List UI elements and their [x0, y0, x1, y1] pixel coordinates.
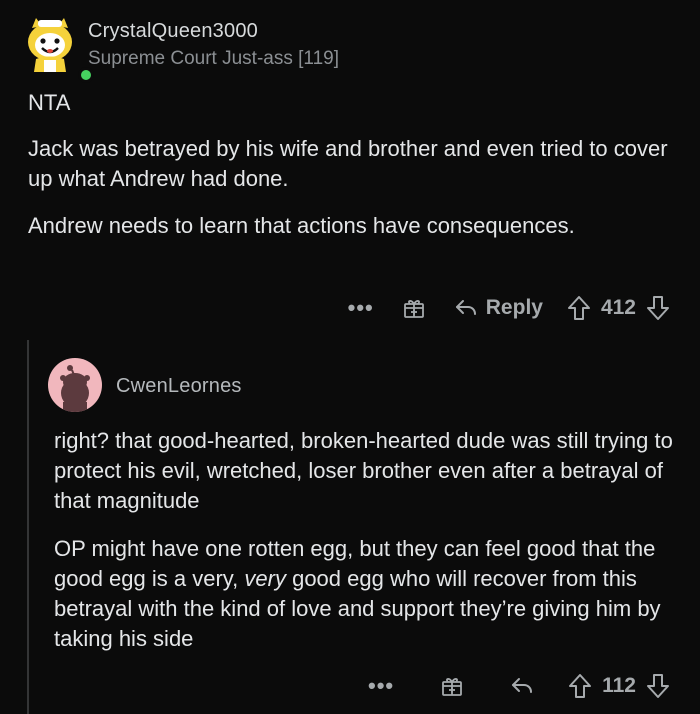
- vote-count: 412: [600, 296, 636, 319]
- comment-paragraph: OP might have one rotten egg, but they c…: [54, 534, 684, 654]
- username[interactable]: CwenLeornes: [116, 375, 242, 398]
- comment-header: CrystalQueen3000 Supreme Court Just-ass …: [20, 12, 680, 83]
- more-options-button[interactable]: •••: [368, 673, 394, 699]
- snoo-avatar-icon: [60, 365, 90, 412]
- user-flair: Supreme Court Just-ass [119]: [88, 48, 339, 69]
- comment-actions: ••• 112: [368, 668, 670, 704]
- award-button[interactable]: [402, 296, 426, 320]
- award-button[interactable]: [440, 674, 464, 698]
- comment-actions: ••• Reply 412: [348, 290, 670, 326]
- downvote-icon[interactable]: [646, 295, 670, 321]
- reply-arrow-icon: [512, 678, 533, 693]
- emphasis-text: very: [244, 566, 286, 591]
- vote-controls: 412: [567, 295, 670, 321]
- comment-body: NTA Jack was betrayed by his wife and br…: [28, 88, 668, 258]
- vote-count: 112: [602, 674, 636, 697]
- gift-icon: [403, 300, 424, 318]
- upvote-icon[interactable]: [568, 673, 592, 699]
- comment-paragraph: Jack was betrayed by his wife and brothe…: [28, 136, 668, 191]
- comment-paragraph: NTA: [28, 90, 71, 115]
- reply-label: Reply: [485, 296, 543, 319]
- comment-paragraph: right? that good-hearted, broken-hearted…: [54, 428, 673, 513]
- comment-paragraph: Andrew needs to learn that actions have …: [28, 213, 575, 238]
- gift-icon: [442, 678, 463, 696]
- snoovatar-icon: [28, 18, 72, 72]
- thread-line[interactable]: [27, 340, 29, 714]
- downvote-icon[interactable]: [646, 673, 670, 699]
- avatar[interactable]: [48, 358, 102, 412]
- vote-controls: 112: [568, 673, 670, 699]
- avatar[interactable]: [22, 14, 78, 72]
- reply-arrow-icon: [455, 300, 476, 315]
- comment-body: right? that good-hearted, broken-hearted…: [54, 426, 684, 672]
- upvote-icon[interactable]: [567, 295, 591, 321]
- username[interactable]: CrystalQueen3000: [88, 20, 258, 43]
- more-options-button[interactable]: •••: [348, 295, 374, 321]
- reply-button[interactable]: [510, 675, 534, 697]
- reply-button[interactable]: Reply: [454, 296, 543, 320]
